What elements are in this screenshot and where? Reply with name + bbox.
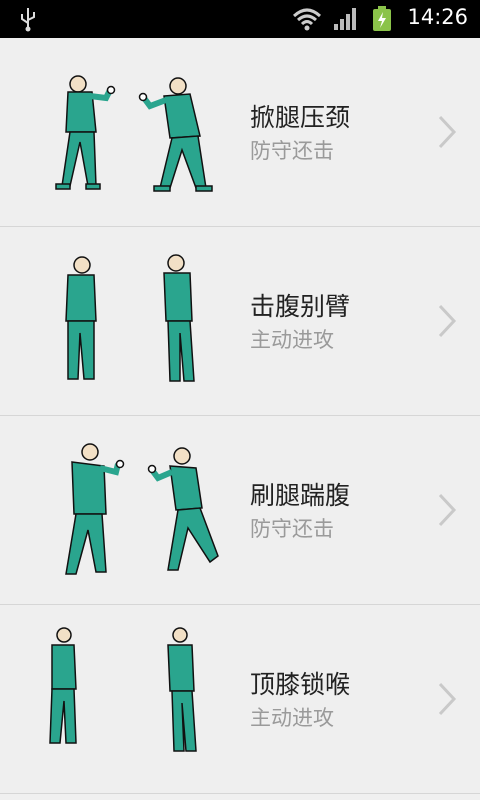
illustration bbox=[40, 60, 230, 210]
status-time: 14:26 bbox=[407, 5, 468, 29]
illustration bbox=[40, 627, 230, 777]
item-subtitle: 主动进攻 bbox=[250, 328, 334, 352]
item-title: 刷腿踹腹 bbox=[250, 481, 351, 510]
illustration bbox=[40, 249, 230, 399]
item-subtitle: 防守还击 bbox=[250, 139, 334, 163]
chevron-right-icon bbox=[436, 492, 458, 532]
wifi-icon bbox=[292, 7, 322, 35]
list-item[interactable]: 掀腿压颈 防守还击 bbox=[0, 38, 480, 227]
illustration bbox=[40, 438, 230, 588]
battery-charging-icon bbox=[372, 6, 392, 36]
item-title: 掀腿压颈 bbox=[250, 103, 351, 132]
usb-icon bbox=[18, 6, 38, 36]
item-title: 顶膝锁喉 bbox=[250, 670, 351, 699]
move-list: 掀腿压颈 防守还击 击腹别臂 主动进攻 刷腿踹腹 防守还击 顶膝锁喉 主动进攻 bbox=[0, 38, 480, 794]
list-item[interactable]: 击腹别臂 主动进攻 bbox=[0, 227, 480, 416]
item-subtitle: 防守还击 bbox=[250, 517, 334, 541]
chevron-right-icon bbox=[436, 114, 458, 154]
signal-icon bbox=[333, 7, 359, 35]
item-title: 击腹别臂 bbox=[250, 292, 351, 321]
list-item[interactable]: 顶膝锁喉 主动进攻 bbox=[0, 605, 480, 794]
list-item[interactable]: 刷腿踹腹 防守还击 bbox=[0, 416, 480, 605]
chevron-right-icon bbox=[436, 303, 458, 343]
status-bar: 14:26 bbox=[0, 0, 480, 38]
chevron-right-icon bbox=[436, 681, 458, 721]
item-subtitle: 主动进攻 bbox=[250, 706, 334, 730]
